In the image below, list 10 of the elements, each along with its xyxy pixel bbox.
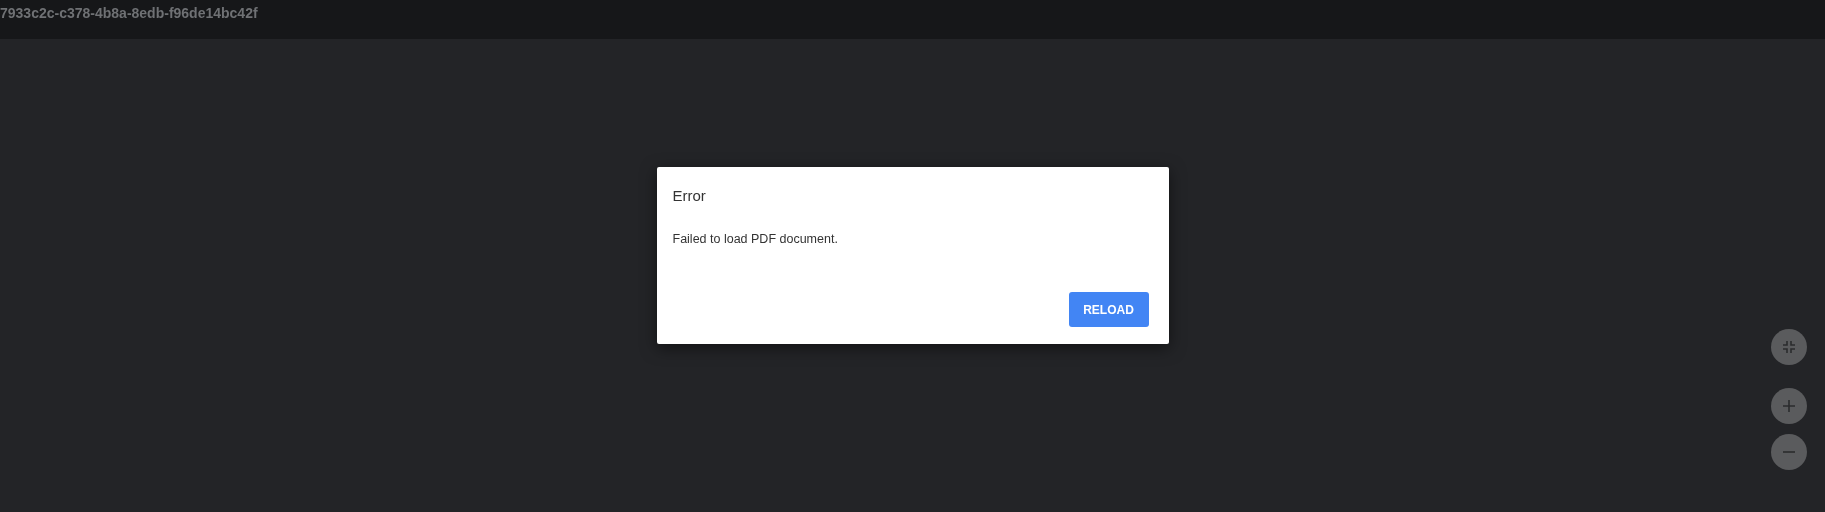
zoom-out-button[interactable] (1771, 434, 1807, 470)
zoom-in-button[interactable] (1771, 388, 1807, 424)
plus-icon (1783, 400, 1795, 412)
dialog-title: Error (672, 187, 707, 204)
error-message: Failed to load PDF document. (672, 232, 839, 246)
minus-icon (1783, 451, 1795, 453)
document-title: 7933c2c-c378-4b8a-8edb-f96de14bc42f (0, 5, 258, 21)
reload-button[interactable]: RELOAD (1068, 292, 1149, 327)
fit-page-button[interactable] (1771, 329, 1807, 365)
shrink-icon (1783, 341, 1795, 353)
